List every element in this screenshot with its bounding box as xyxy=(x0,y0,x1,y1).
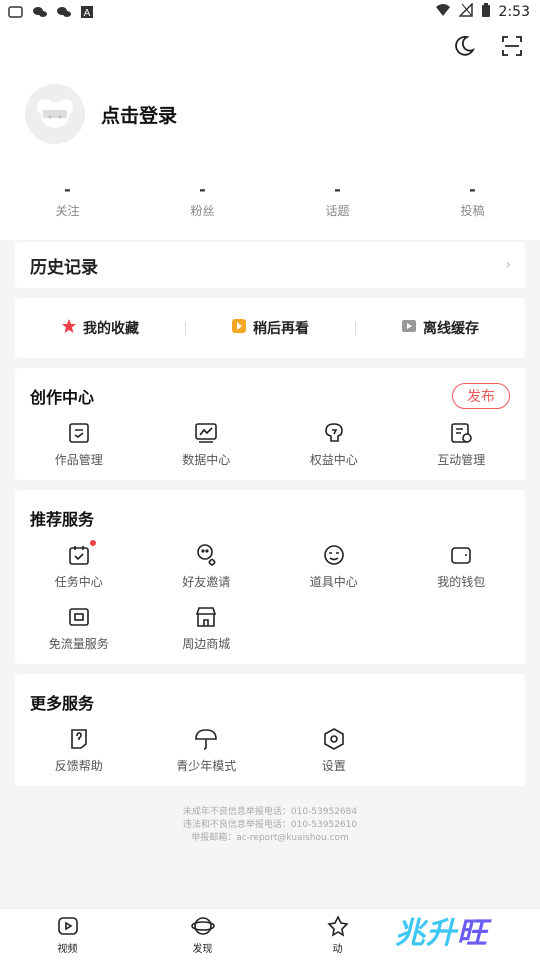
data-free-service[interactable]: 免流量服务 xyxy=(15,604,143,652)
wechat-icon xyxy=(32,5,48,19)
signal-icon xyxy=(457,2,473,21)
video-tab-icon xyxy=(57,917,78,935)
star-icon xyxy=(61,318,77,338)
quick-links: 我的收藏 稍后再看 离线缓存 xyxy=(15,298,525,358)
chart-icon xyxy=(193,420,219,446)
tab-dynamic[interactable]: 动 xyxy=(270,909,405,960)
stat-posts[interactable]: - 投稿 xyxy=(405,180,540,219)
play-clock-icon xyxy=(231,318,247,338)
umbrella-icon xyxy=(193,726,219,752)
interaction-management[interactable]: 互动管理 xyxy=(398,420,526,468)
login-text[interactable]: 点击登录 xyxy=(101,101,177,128)
merch-store[interactable]: 周边商城 xyxy=(143,604,271,652)
data-center[interactable]: 数据中心 xyxy=(143,420,271,468)
history-title: 历史记录 xyxy=(30,257,98,278)
section-title: 创作中心 xyxy=(30,388,95,407)
section-title: 推荐服务 xyxy=(30,510,95,529)
creation-center: 创作中心 发布 作品管理 数据中心 权益中心 互动管理 xyxy=(15,368,525,480)
mask-icon xyxy=(321,542,347,568)
brand-watermark: 兆升旺 xyxy=(395,916,488,951)
svg-text:A: A xyxy=(84,8,91,19)
works-management[interactable]: 作品管理 xyxy=(15,420,143,468)
stat-fans[interactable]: - 粉丝 xyxy=(135,180,270,219)
more-services: 更多服务 反馈帮助 青少年模式 设置 xyxy=(15,674,525,786)
discover-tab-icon xyxy=(190,917,215,935)
watch-later-link[interactable]: 稍后再看 xyxy=(185,318,355,338)
recommended-services: 推荐服务 任务中心 好友邀请 道具中心 我的钱包 免流量服务 周边商城 xyxy=(15,490,525,664)
stat-following[interactable]: - 关注 xyxy=(0,180,135,219)
wechat-icon xyxy=(56,5,72,19)
scan-icon[interactable] xyxy=(500,34,524,58)
stat-topics[interactable]: - 话题 xyxy=(270,180,405,219)
tab-discover[interactable]: 发现 xyxy=(135,909,270,960)
report-info: 未成年不良信息举报电话：010-53952684 违法和不良信息举报电话：010… xyxy=(182,807,358,843)
font-icon: A xyxy=(80,5,96,19)
profile-header: 点击登录 - 关注 - 粉丝 - 话题 - 投稿 xyxy=(0,24,540,240)
works-icon xyxy=(66,420,92,446)
download-icon xyxy=(401,318,417,338)
teen-mode[interactable]: 青少年模式 xyxy=(143,726,271,774)
props-center[interactable]: 道具中心 xyxy=(270,542,398,590)
task-icon xyxy=(66,540,96,568)
avatar[interactable] xyxy=(25,84,85,144)
interact-icon xyxy=(448,420,474,446)
settings[interactable]: 设置 xyxy=(270,726,398,774)
chevron-right-icon: › xyxy=(505,257,511,273)
wallet-icon xyxy=(448,542,474,568)
stats-row: - 关注 - 粉丝 - 话题 - 投稿 xyxy=(0,180,540,219)
friend-invite-icon xyxy=(193,542,219,568)
status-time: 2:53 xyxy=(498,4,530,20)
my-wallet[interactable]: 我的钱包 xyxy=(398,542,526,590)
offline-cache-link[interactable]: 离线缓存 xyxy=(355,318,525,338)
publish-button[interactable]: 发布 xyxy=(452,383,510,409)
history-row[interactable]: 历史记录 › xyxy=(15,242,525,288)
favorites-link[interactable]: 我的收藏 xyxy=(15,318,185,338)
shop-icon xyxy=(193,604,219,630)
night-mode-icon[interactable] xyxy=(452,34,476,58)
notification-icon xyxy=(8,5,24,19)
notification-dot xyxy=(89,540,96,546)
feedback-icon xyxy=(66,726,92,752)
battery-icon xyxy=(481,2,491,22)
rights-center[interactable]: 权益中心 xyxy=(270,420,398,468)
wifi-icon xyxy=(435,3,451,21)
sim-icon xyxy=(66,604,92,630)
feedback-help[interactable]: 反馈帮助 xyxy=(15,726,143,774)
task-center[interactable]: 任务中心 xyxy=(15,540,143,590)
settings-icon xyxy=(321,726,347,752)
status-bar: A 2:53 xyxy=(0,0,540,24)
friend-invite[interactable]: 好友邀请 xyxy=(143,542,271,590)
rights-icon xyxy=(321,420,347,446)
login-entry[interactable]: 点击登录 xyxy=(25,84,177,144)
tab-video[interactable]: 视频 xyxy=(0,909,135,960)
dynamic-tab-icon xyxy=(326,915,349,937)
section-title: 更多服务 xyxy=(30,694,95,713)
